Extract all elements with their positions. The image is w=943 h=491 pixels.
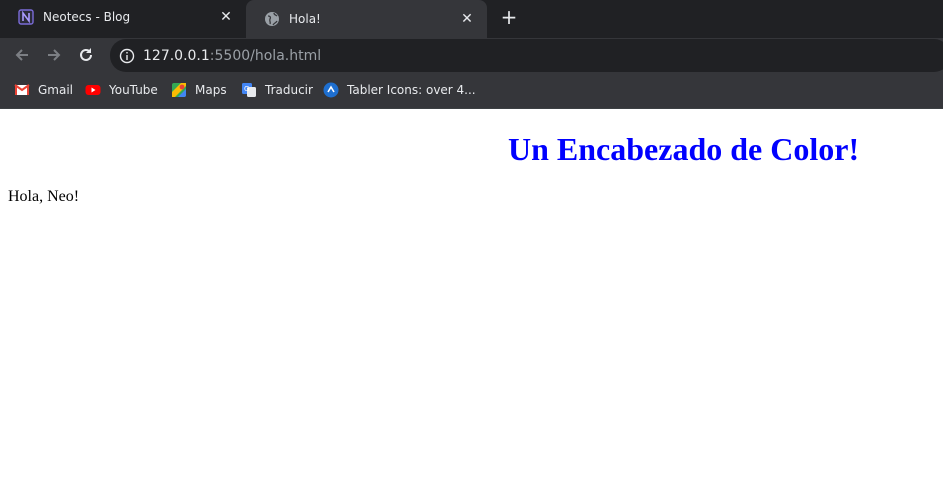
tab-neotecs-blog[interactable]: Neotecs - Blog ✕ [0, 0, 246, 34]
bookmark-traducir[interactable]: G Traducir [241, 80, 313, 100]
gmail-icon [14, 84, 30, 95]
arrow-right-icon [48, 49, 61, 61]
bookmark-tabler-icons[interactable]: Tabler Icons: over 4... [323, 80, 476, 100]
bookmark-label: Gmail [38, 83, 74, 97]
close-tab-icon[interactable]: ✕ [218, 9, 234, 25]
reload-button[interactable] [74, 43, 98, 67]
new-tab-button[interactable]: + [499, 7, 519, 27]
arrow-left-icon [15, 49, 28, 61]
url-path: :5500/hola.html [209, 47, 322, 64]
translate-icon: G [242, 83, 256, 97]
bookmark-maps[interactable]: Maps [171, 80, 227, 100]
tab-strip: Neotecs - Blog ✕ Hola! ✕ + [0, 0, 943, 38]
tab-title: Neotecs - Blog [43, 10, 131, 24]
page-heading: Un Encabezado de Color! [508, 131, 860, 167]
tab-title: Hola! [289, 12, 321, 26]
info-icon[interactable] [119, 48, 135, 64]
address-bar[interactable]: 127.0.0.1:5500/hola.html [110, 39, 943, 72]
bookmarks-bar: Gmail YouTube Maps G Traducir Tabler Ico… [0, 72, 943, 109]
bookmark-gmail[interactable]: Gmail [14, 80, 73, 100]
tab-hola[interactable]: Hola! ✕ [246, 0, 487, 38]
greeting-paragraph: Hola, Neo! [8, 188, 80, 205]
bookmark-label: Maps [195, 83, 227, 97]
notion-icon [18, 9, 34, 25]
bookmark-label: Tabler Icons: over 4... [347, 83, 476, 97]
bookmark-youtube[interactable]: YouTube [85, 80, 158, 100]
bookmark-label: YouTube [109, 83, 158, 97]
back-button[interactable] [10, 43, 34, 67]
forward-button[interactable] [42, 43, 66, 67]
close-tab-icon[interactable]: ✕ [459, 11, 475, 27]
bookmark-label: Traducir [265, 83, 313, 97]
youtube-icon [85, 85, 101, 95]
maps-icon [172, 83, 186, 97]
tabler-icon [323, 82, 339, 98]
globe-icon [265, 12, 279, 26]
svg-text:G: G [244, 85, 249, 93]
page-content: Un Encabezado de Color! Hola, Neo! [0, 109, 943, 491]
url-text: 127.0.0.1:5500/hola.html [143, 48, 321, 64]
browser-toolbar: 127.0.0.1:5500/hola.html [0, 38, 943, 72]
url-host: 127.0.0.1 [143, 47, 210, 64]
reload-icon [80, 48, 92, 61]
